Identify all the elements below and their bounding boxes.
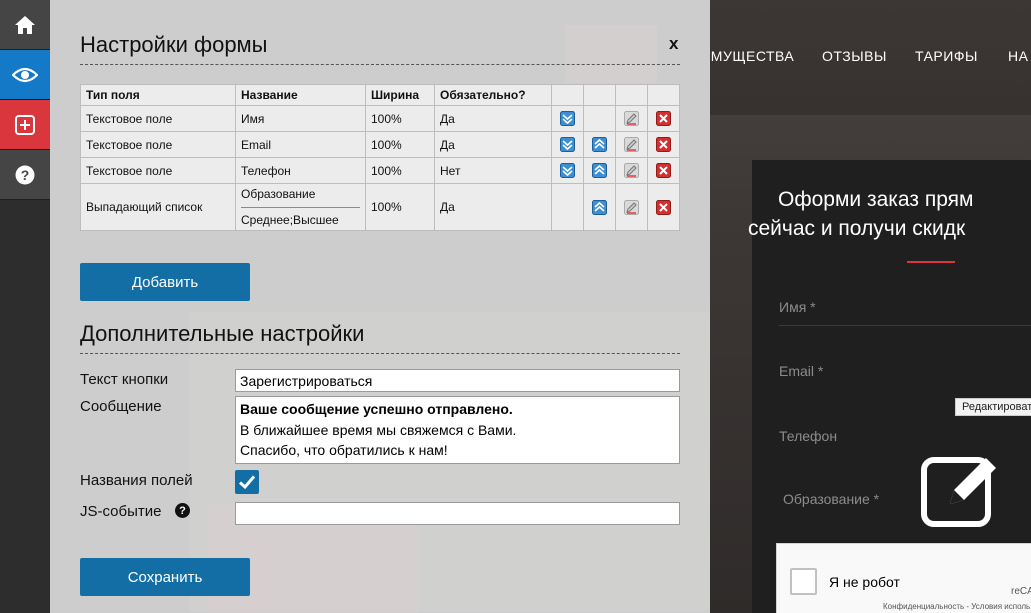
select-name[interactable]: Образование — [241, 184, 360, 208]
table-row: Текстовое поле Телефон 100% Нет — [80, 157, 680, 184]
move-down-icon[interactable] — [560, 163, 575, 179]
cell-required[interactable]: Да — [434, 131, 552, 158]
table-row: Выпадающий список Образование Среднее;Вы… — [80, 183, 680, 231]
add-block-button[interactable] — [0, 100, 50, 150]
header-type: Тип поля — [80, 84, 236, 106]
cell-type: Текстовое поле — [80, 105, 236, 132]
edit-icon[interactable] — [920, 450, 1002, 532]
menu-item-advantages[interactable]: ПРЕИМУЩЕСТВА — [710, 48, 794, 64]
edit-icon[interactable] — [624, 163, 639, 179]
move-down-icon[interactable] — [560, 137, 575, 153]
field-names-label: Названия полей — [80, 472, 193, 489]
cell-name[interactable]: Email — [235, 131, 366, 158]
header-width: Ширина — [365, 84, 435, 106]
section-title: Дополнительные настройки — [80, 321, 365, 346]
editor-toolbar: ? — [0, 0, 50, 613]
fields-table: Тип поля Название Ширина Обязательно? Те… — [80, 84, 680, 231]
field-names-checkbox[interactable] — [235, 470, 259, 494]
cell-required[interactable]: Да — [434, 105, 552, 132]
name-field[interactable]: Имя * — [779, 299, 816, 315]
home-button[interactable] — [0, 0, 50, 50]
divider — [779, 325, 1031, 326]
cell-required[interactable]: Да — [434, 183, 552, 231]
cell-type: Текстовое поле — [80, 131, 236, 158]
table-row: Текстовое поле Имя 100% Да — [80, 105, 680, 132]
recaptcha-checkbox[interactable] — [790, 568, 817, 595]
eye-icon — [12, 67, 38, 82]
menu-item-reviews[interactable]: ОТЗЫВЫ — [822, 48, 887, 64]
recaptcha-links[interactable]: Конфиденциальность - Условия исполь — [883, 602, 1030, 611]
message-line: Ваше сообщение успешно отправлено. — [240, 401, 513, 417]
delete-icon[interactable] — [656, 199, 671, 215]
delete-icon[interactable] — [656, 163, 671, 179]
message-textarea[interactable]: Ваше сообщение успешно отправлено. В бли… — [235, 396, 680, 464]
modal-title: Настройки формы — [80, 32, 268, 57]
checkmark-icon — [238, 475, 256, 490]
message-line: В ближайшее время мы свяжемся с Вами. — [240, 421, 517, 438]
plus-icon — [15, 114, 35, 135]
edit-icon[interactable] — [624, 199, 639, 215]
edit-tooltip[interactable]: Редактировать — [955, 398, 1031, 416]
email-field[interactable]: Email * — [779, 363, 823, 379]
background-website: ПРЕИМУЩЕСТВА ОТЗЫВЫ ТАРИФЫ НА Оформи зак… — [710, 0, 1031, 613]
home-icon — [15, 15, 35, 34]
help-button[interactable]: ? — [0, 150, 50, 200]
cell-width[interactable]: 100% — [365, 105, 435, 132]
phone-field[interactable]: Телефон — [779, 428, 837, 444]
move-up-icon[interactable] — [592, 137, 607, 153]
edit-icon[interactable] — [624, 137, 639, 153]
button-text-label: Текст кнопки — [80, 371, 169, 388]
recaptcha-widget: Я не робот reCA Конфиденциальность - Усл… — [776, 543, 1031, 613]
preview-button[interactable] — [0, 50, 50, 100]
order-form-panel: Оформи заказ прям сейчас и получи скидк … — [748, 160, 1031, 613]
help-icon[interactable]: ? — [175, 503, 190, 518]
cell-name[interactable]: Образование Среднее;Высшее — [235, 183, 366, 231]
move-up-icon[interactable] — [592, 199, 607, 215]
move-up-icon[interactable] — [592, 163, 607, 179]
education-field[interactable]: Образование * — [783, 491, 879, 507]
cell-width[interactable]: 100% — [365, 131, 435, 158]
form-settings-modal: Настройки формы x Тип поля Название Шири… — [50, 0, 710, 613]
svg-text:?: ? — [21, 167, 30, 183]
table-row: Текстовое поле Email 100% Да — [80, 131, 680, 158]
table-header-row: Тип поля Название Ширина Обязательно? — [80, 84, 680, 106]
cell-width[interactable]: 100% — [365, 183, 435, 231]
edit-icon[interactable] — [624, 111, 639, 127]
button-text-input[interactable]: Зарегистрироваться — [235, 369, 680, 392]
cell-type: Текстовое поле — [80, 157, 236, 184]
save-button[interactable]: Сохранить — [80, 558, 250, 596]
recaptcha-label: Я не робот — [829, 574, 900, 590]
js-event-input[interactable] — [235, 502, 680, 525]
cell-type: Выпадающий список — [80, 183, 236, 231]
menu-item-more[interactable]: НА — [1008, 48, 1028, 64]
message-line: Спасибо, что обратились к нам! — [240, 442, 448, 458]
menu-item-tariffs[interactable]: ТАРИФЫ — [915, 48, 978, 64]
cell-required[interactable]: Нет — [434, 157, 552, 184]
section-divider — [80, 353, 680, 354]
question-icon: ? — [15, 165, 35, 184]
select-options[interactable]: Среднее;Высшее — [241, 208, 360, 230]
close-button[interactable]: x — [669, 34, 678, 54]
cell-name[interactable]: Телефон — [235, 157, 366, 184]
delete-icon[interactable] — [656, 111, 671, 127]
delete-icon[interactable] — [656, 137, 671, 153]
cell-name[interactable]: Имя — [235, 105, 366, 132]
move-down-icon[interactable] — [560, 111, 575, 127]
message-label: Сообщение — [80, 398, 162, 415]
header-required: Обязательно? — [434, 84, 552, 106]
cell-width[interactable]: 100% — [365, 157, 435, 184]
title-underline — [907, 261, 955, 263]
title-divider — [80, 64, 680, 65]
js-event-label: JS-событие — [80, 503, 162, 520]
site-menu: ПРЕИМУЩЕСТВА ОТЗЫВЫ ТАРИФЫ НА — [710, 0, 1031, 115]
header-name: Название — [235, 84, 366, 106]
order-title: Оформи заказ прям сейчас и получи скидк — [748, 188, 974, 240]
recaptcha-brand: reCA — [1011, 586, 1031, 597]
add-field-button[interactable]: Добавить — [80, 263, 250, 301]
